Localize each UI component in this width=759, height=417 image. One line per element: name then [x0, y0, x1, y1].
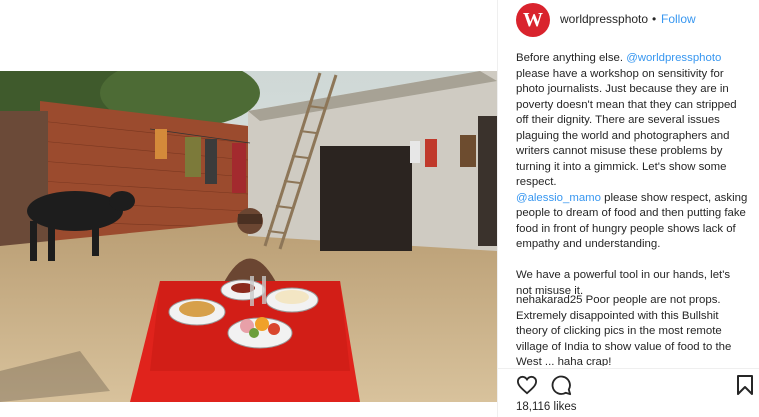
comment-bubble-icon[interactable]	[550, 374, 572, 396]
caption-text: Before anything else.	[516, 52, 627, 64]
comment: nehakarad25 Poor people are not props. E…	[516, 293, 748, 366]
avatar-letter: W	[523, 8, 543, 31]
caption-text: please have a workshop on sensitivity fo…	[516, 67, 737, 189]
heart-icon[interactable]	[516, 375, 538, 395]
separator-dot: •	[652, 12, 657, 26]
post-photo[interactable]	[0, 71, 497, 402]
caption-paragraph-1: Before anything else. @worldpressphoto p…	[516, 51, 748, 191]
bookmark-icon[interactable]	[736, 374, 754, 396]
mention-link-alessio-mamo[interactable]: @alessio_mamo	[516, 192, 601, 204]
photo-village-scene	[0, 71, 497, 402]
mention-link-worldpressphoto[interactable]: @worldpressphoto	[626, 52, 721, 64]
action-bar	[498, 368, 759, 397]
comment-username[interactable]: nehakarad25	[516, 294, 583, 306]
post-caption: Before anything else. @worldpressphoto p…	[516, 51, 748, 299]
post-sidebar: W worldpressphoto • Follow Before anythi…	[497, 0, 759, 417]
likes-count[interactable]: 18,116 likes	[516, 401, 577, 413]
follow-button[interactable]: Follow	[661, 12, 696, 26]
avatar[interactable]: W	[516, 3, 550, 37]
username-link[interactable]: worldpressphoto	[560, 12, 648, 26]
caption-paragraph-2: @alessio_mamo please show respect, askin…	[516, 191, 748, 253]
post-header: W worldpressphoto • Follow	[498, 0, 759, 40]
